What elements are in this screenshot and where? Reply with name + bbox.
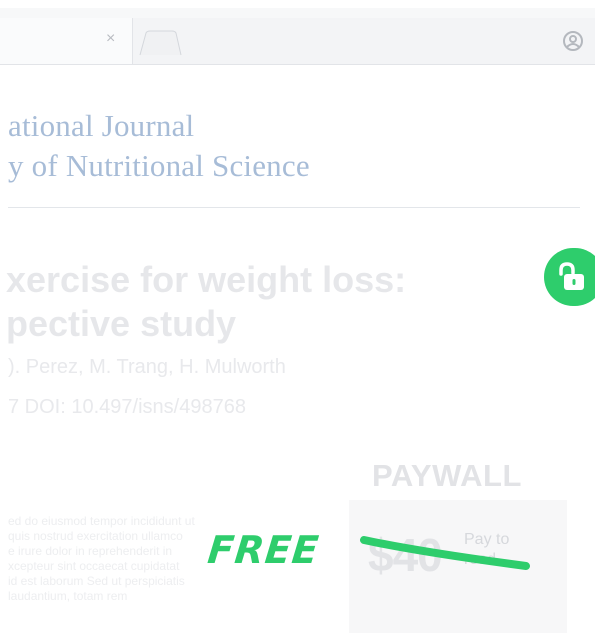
price-strikethrough <box>360 536 530 570</box>
body-line: ed do eiusmod tempor incididunt ut <box>8 514 195 528</box>
browser-window: × ational Journal y of Nutritional Scien… <box>0 0 595 633</box>
journal-title-line1: ational Journal <box>8 108 195 143</box>
body-line: laudantium, totam rem <box>8 589 128 603</box>
body-line: id est laborum Sed ut perspiciatis <box>8 574 185 588</box>
free-label: FREE <box>205 528 322 572</box>
unlock-badge[interactable] <box>544 248 595 306</box>
window-top-edge <box>0 8 595 18</box>
journal-title-line2: y of Nutritional Science <box>8 148 310 183</box>
paywall-label: PAYWALL <box>372 458 522 493</box>
journal-title[interactable]: ational Journal y of Nutritional Science <box>8 106 310 186</box>
browser-tab[interactable]: × <box>0 18 133 64</box>
article-authors: ). Perez, M. Trang, H. Mulworth <box>8 356 286 378</box>
new-tab-button[interactable] <box>138 30 182 56</box>
article-title-line1: xercise for weight loss: <box>6 259 407 300</box>
article-title: xercise for weight loss: pective study <box>6 258 406 346</box>
profile-icon[interactable] <box>562 30 584 52</box>
article-title-line2: pective study <box>6 303 237 344</box>
header-divider <box>8 207 580 208</box>
article-doi[interactable]: 7 DOI: 10.497/isns/498768 <box>8 396 246 419</box>
tab-close-icon[interactable]: × <box>106 31 115 47</box>
tab-bar: × <box>0 18 595 65</box>
unlocked-padlock-icon <box>559 262 584 290</box>
